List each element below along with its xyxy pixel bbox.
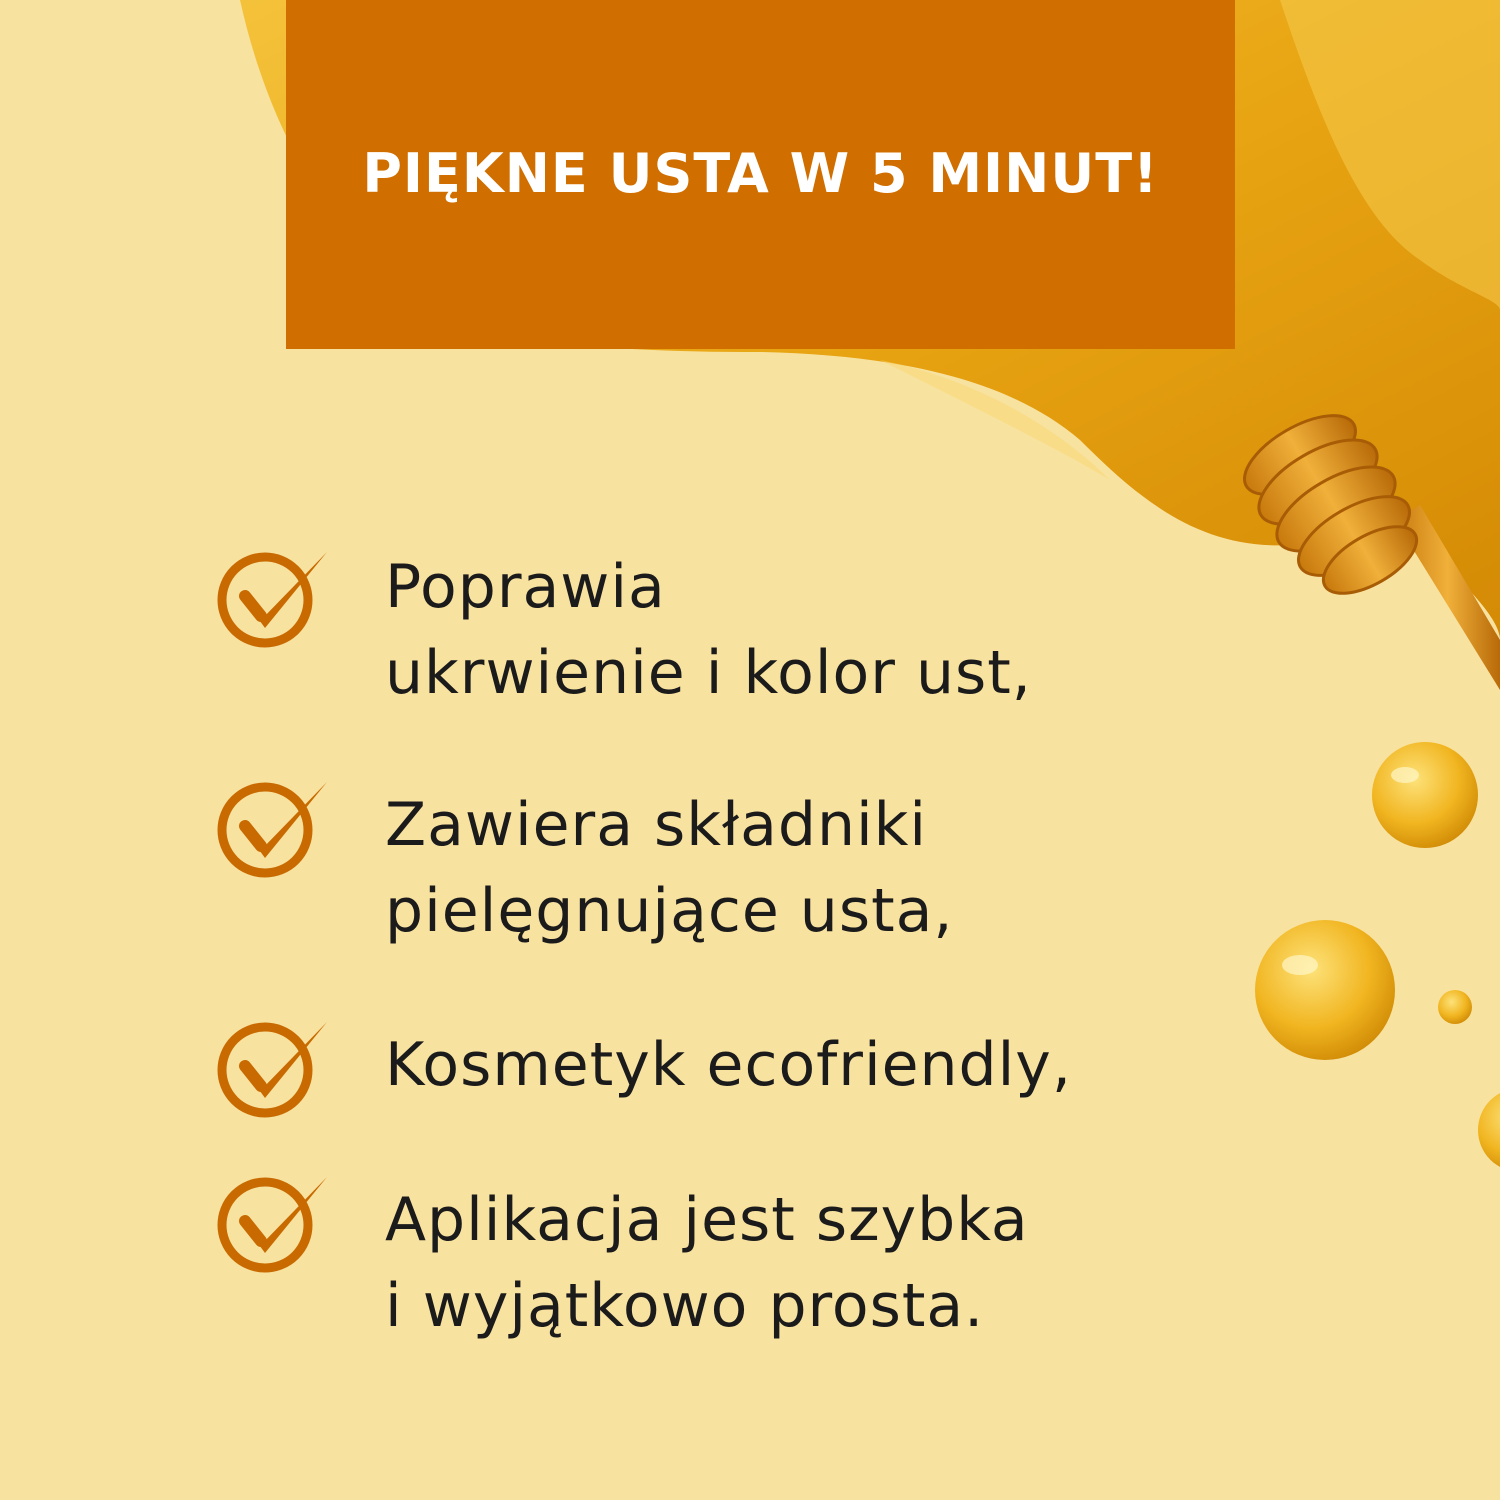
benefit-line: Kosmetyk ecofriendly, <box>385 1030 1072 1100</box>
promo-card: PIĘKNE USTA W 5 MINUT! Poprawia ukrwieni… <box>0 0 1500 1500</box>
benefit-text: Aplikacja jest szybka i wyjątkowo prosta… <box>385 1177 1029 1349</box>
circle-check-icon <box>217 1022 327 1118</box>
list-item: Aplikacja jest szybka i wyjątkowo prosta… <box>215 1175 1215 1375</box>
list-item: Zawiera składniki pielęgnujące usta, <box>215 780 1215 980</box>
list-item: Poprawia ukrwienie i kolor ust, <box>215 550 1215 750</box>
benefit-text: Zawiera składniki pielęgnujące usta, <box>385 782 953 954</box>
benefit-line: i wyjątkowo prosta. <box>385 1271 985 1341</box>
benefit-line: pielęgnujące usta, <box>385 876 954 946</box>
circle-check-icon <box>217 552 327 648</box>
circle-check-icon <box>217 1177 327 1273</box>
benefit-text: Kosmetyk ecofriendly, <box>385 1022 1072 1108</box>
benefit-line: Poprawia <box>385 552 666 622</box>
circle-check-icon <box>217 782 327 878</box>
benefit-text: Poprawia ukrwienie i kolor ust, <box>385 544 1032 716</box>
page-title: PIĘKNE USTA W 5 MINUT! <box>362 142 1159 205</box>
benefit-line: ukrwienie i kolor ust, <box>385 638 1032 708</box>
title-banner: PIĘKNE USTA W 5 MINUT! <box>286 0 1235 349</box>
list-item: Kosmetyk ecofriendly, <box>215 1020 1215 1130</box>
benefit-line: Zawiera składniki <box>385 790 928 860</box>
benefit-line: Aplikacja jest szybka <box>385 1185 1029 1255</box>
honey-drops <box>1255 742 1500 1167</box>
